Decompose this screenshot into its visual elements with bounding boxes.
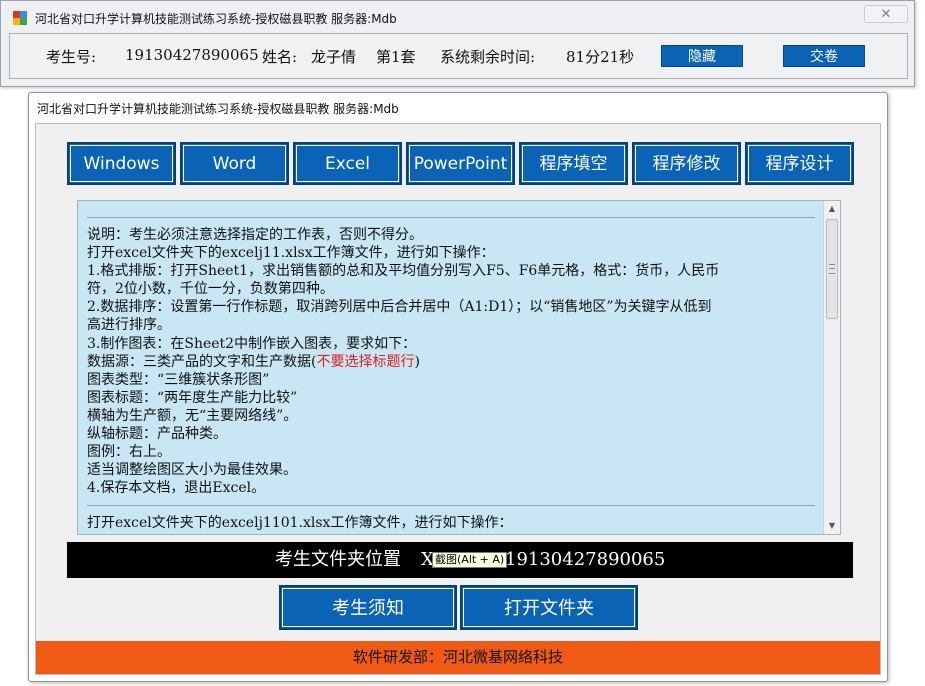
exam-set: 第1套	[376, 48, 416, 66]
name-label: 姓名:	[262, 48, 298, 66]
submit-button[interactable]: 交卷	[783, 45, 865, 67]
instruction-line: 符，2位小数，千位一分，负数第四种。	[87, 281, 334, 298]
tab-word[interactable]: Word	[180, 142, 289, 185]
scroll-thumb[interactable]	[826, 219, 838, 319]
name-value: 龙子倩	[311, 48, 357, 66]
instruction-line: 横轴为生产额，无“主要网络线”。	[87, 407, 298, 424]
instruction-line: 打开excel文件夹下的excelj11.xlsx工作簿文件，进行如下操作：	[87, 245, 495, 262]
student-folder-bar: 考生文件夹位置 X 19130427890065 截图(Alt + A)	[67, 542, 853, 578]
hide-button[interactable]: 隐藏	[661, 45, 743, 67]
data-source-warning: 不要选择标题行	[316, 353, 415, 370]
scroll-down-icon[interactable]: ▼	[824, 518, 840, 534]
exam-id-value: 19130427890065	[125, 46, 259, 64]
student-folder-value: 19130427890065	[505, 549, 666, 570]
instruction-line: 高进行排序。	[87, 317, 171, 334]
divider	[87, 217, 815, 218]
main-client-area: Windows Word Excel PowerPoint 程序填空 程序修改 …	[35, 123, 881, 675]
open-folder-button[interactable]: 打开文件夹	[460, 585, 638, 630]
instruction-line: 1.格式排版：打开Sheet1，求出销售额的总和及平均值分别写入F5、F6单元格…	[87, 263, 720, 280]
status-window: 河北省对口升学计算机技能测试练习系统-授权磁县职教 服务器:Mdb ✕ 考生号:…	[0, 0, 915, 87]
close-button[interactable]: ✕	[864, 5, 908, 23]
time-left-value: 81分21秒	[566, 48, 635, 66]
status-window-title: 河北省对口升学计算机技能测试练习系统-授权磁县职教 服务器:Mdb	[35, 12, 397, 26]
exam-id-label: 考生号:	[46, 48, 97, 66]
app-icon	[13, 11, 27, 25]
data-source-prefix: 数据源：三类产品的文字和生产数据(	[87, 353, 317, 370]
screenshot-tooltip: 截图(Alt + A)	[432, 552, 508, 568]
data-source-line: 数据源：三类产品的文字和生产数据(不要选择标题行)	[87, 353, 815, 371]
tab-program-modify[interactable]: 程序修改	[632, 142, 741, 185]
instruction-line-next: 打开excel文件夹下的excelj1101.xlsx工作簿文件，进行如下操作：	[87, 515, 513, 532]
status-window-titlebar[interactable]: 河北省对口升学计算机技能测试练习系统-授权磁县职教 服务器:Mdb ✕	[1, 1, 914, 31]
exam-notice-button[interactable]: 考生须知	[279, 585, 457, 630]
main-window: 河北省对口升学计算机技能测试练习系统-授权磁县职教 服务器:Mdb Window…	[28, 92, 888, 682]
instruction-line: 图表标题：“两年度生产能力比较”	[87, 389, 298, 406]
tab-program-fill[interactable]: 程序填空	[519, 142, 628, 185]
tab-windows[interactable]: Windows	[67, 142, 176, 185]
tab-powerpoint[interactable]: PowerPoint	[406, 142, 515, 185]
instruction-line: 2.数据排序：设置第一行作标题，取消跨列居中后合并居中（A1:D1）；以“销售地…	[87, 299, 712, 316]
student-folder-label: 考生文件夹位置	[275, 549, 401, 570]
instruction-line: 纵轴标题：产品种类。	[87, 426, 227, 443]
instruction-line: 适当调整绘图区大小为最佳效果。	[87, 462, 297, 479]
instruction-content: 说明：考生必须注意选择指定的工作表，否则不得分。 打开excel文件夹下的exc…	[87, 217, 815, 533]
time-left-label: 系统剩余时间:	[440, 48, 536, 66]
grip-icon	[829, 264, 835, 274]
tab-program-design[interactable]: 程序设计	[745, 142, 854, 185]
instruction-line: 图例：右上。	[87, 444, 171, 461]
main-window-title: 河北省对口升学计算机技能测试练习系统-授权磁县职教 服务器:Mdb	[37, 102, 399, 116]
footer-credits: 软件研发部：河北微基网络科技	[36, 641, 880, 674]
divider	[87, 505, 815, 507]
instruction-textbox[interactable]: 说明：考生必须注意选择指定的工作表，否则不得分。 打开excel文件夹下的exc…	[77, 200, 841, 535]
instruction-line: 图表类型：“三维簇状条形图”	[87, 371, 270, 388]
instruction-line: 3.制作图表：在Sheet2中制作嵌入图表，要求如下：	[87, 335, 417, 352]
data-source-suffix: )	[414, 353, 420, 370]
scroll-up-icon[interactable]: ▲	[824, 201, 840, 217]
vertical-scrollbar[interactable]: ▲ ▼	[823, 201, 840, 534]
tab-excel[interactable]: Excel	[293, 142, 402, 185]
instruction-line: 说明：考生必须注意选择指定的工作表，否则不得分。	[87, 227, 423, 243]
instruction-line: 4.保存本文档，退出Excel。	[87, 480, 266, 497]
exam-status-panel: 考生号: 19130427890065 姓名: 龙子倩 第1套 系统剩余时间: …	[9, 33, 908, 79]
